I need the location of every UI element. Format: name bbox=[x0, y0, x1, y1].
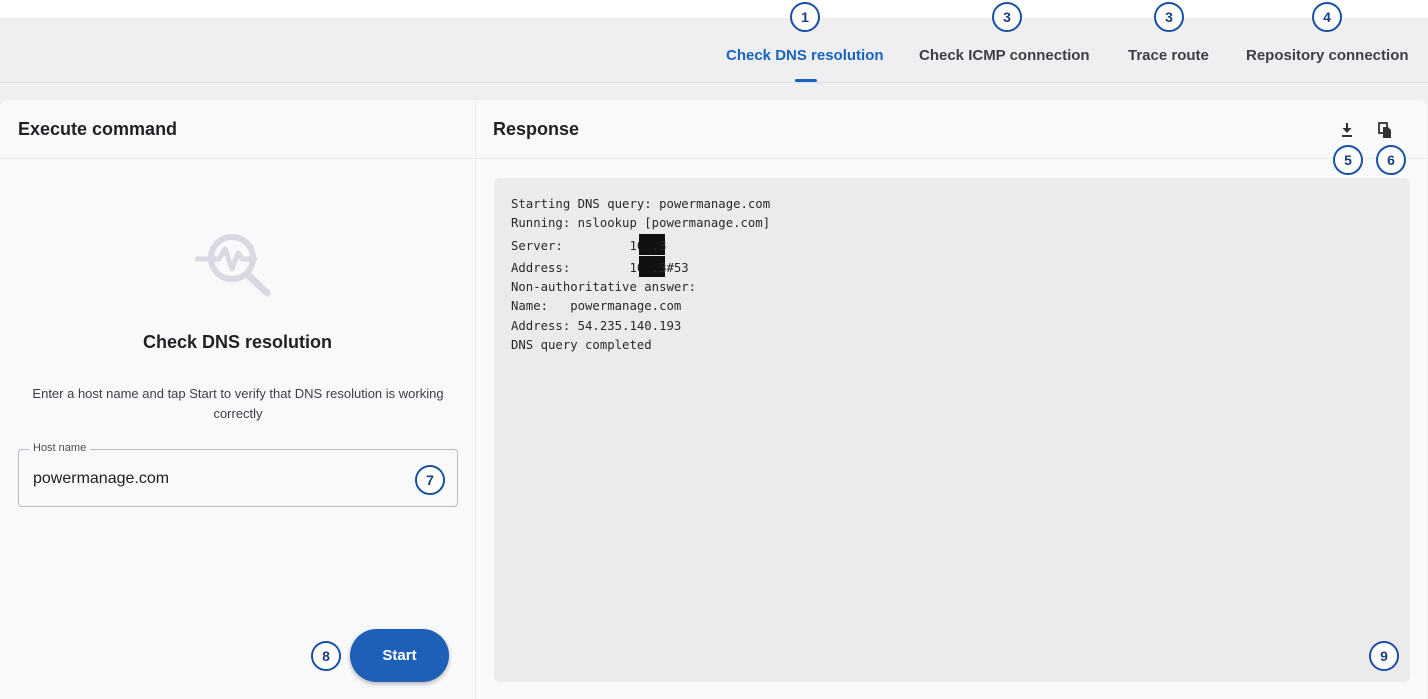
annotation-badge-8: 8 bbox=[311, 641, 341, 671]
annotation-badge-4: 4 bbox=[1312, 2, 1342, 32]
annotation-badge-3: 3 bbox=[992, 2, 1022, 32]
panel-divider bbox=[476, 158, 1427, 159]
panel-title-response: Response bbox=[493, 119, 580, 139]
copy-icon[interactable] bbox=[1375, 120, 1395, 140]
active-tab-indicator bbox=[795, 79, 817, 82]
network-search-icon bbox=[195, 234, 271, 297]
host-name-field[interactable]: Host name bbox=[18, 442, 458, 507]
tab-bar: Check DNS resolution Check ICMP connecti… bbox=[0, 18, 1428, 83]
annotation-badge-9: 9 bbox=[1369, 641, 1399, 671]
annotation-badge-7: 7 bbox=[415, 465, 445, 495]
host-name-input[interactable] bbox=[33, 468, 403, 490]
tab-check-dns[interactable]: Check DNS resolution bbox=[726, 47, 884, 64]
annotation-badge-5: 5 bbox=[1333, 145, 1363, 175]
panel-divider bbox=[0, 158, 475, 159]
tab-check-icmp[interactable]: Check ICMP connection bbox=[919, 47, 1090, 64]
tab-trace-route[interactable]: Trace route bbox=[1128, 47, 1209, 64]
response-text: Starting DNS query: powermanage.com Runn… bbox=[511, 197, 771, 353]
annotation-badge-1: 1 bbox=[790, 2, 820, 32]
response-panel: Response Starting DNS query: powermanage… bbox=[476, 100, 1427, 699]
panel-title-execute: Execute command bbox=[18, 119, 178, 139]
top-strip bbox=[0, 0, 1428, 18]
section-title: Check DNS resolution bbox=[142, 332, 333, 352]
download-icon[interactable] bbox=[1337, 120, 1357, 140]
start-button[interactable]: Start bbox=[350, 629, 449, 682]
tab-repository-connection[interactable]: Repository connection bbox=[1246, 47, 1409, 64]
response-output[interactable]: Starting DNS query: powermanage.com Runn… bbox=[494, 178, 1410, 682]
host-name-label: Host name bbox=[29, 442, 91, 454]
execute-command-panel: Execute command Check DNS resolution Ent… bbox=[0, 100, 475, 699]
annotation-badge-6: 6 bbox=[1376, 145, 1406, 175]
section-description: Enter a host name and tap Start to verif… bbox=[32, 386, 444, 421]
annotation-badge-3: 3 bbox=[1154, 2, 1184, 32]
